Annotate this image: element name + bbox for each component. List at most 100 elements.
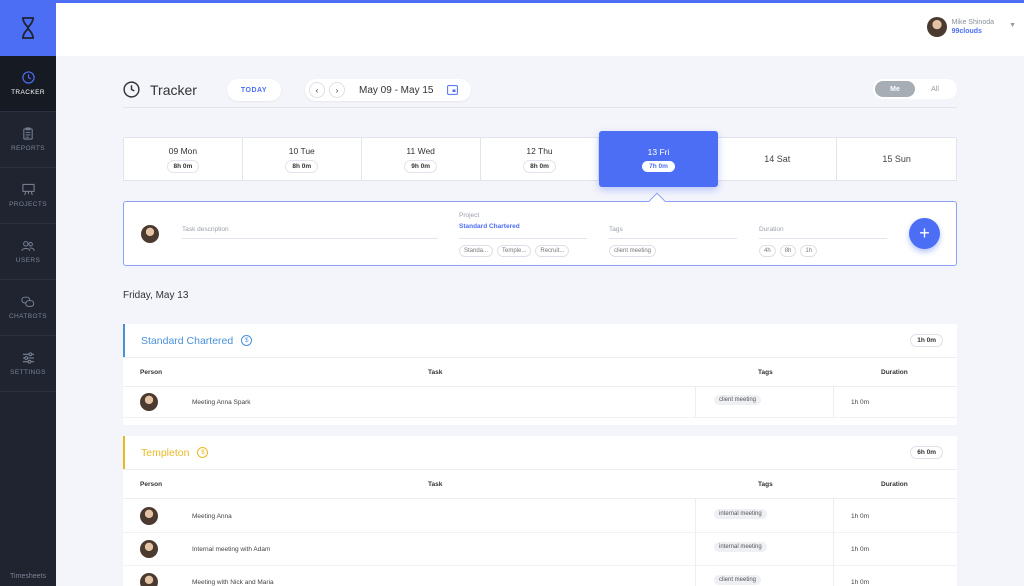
project-value: Standard Chartered — [459, 223, 520, 230]
chevron-down-icon[interactable]: ▼ — [1009, 22, 1016, 29]
tag-chips: client meeting — [609, 245, 660, 257]
add-entry-button[interactable]: + — [909, 218, 940, 249]
row-tag: client meeting — [714, 395, 762, 405]
sidebar-item-label: REPORTS — [10, 145, 46, 152]
row-task: Meeting Anna Spark — [192, 399, 251, 406]
col-tags: Tags — [758, 481, 773, 488]
duration-chip[interactable]: 8h — [779, 245, 797, 257]
today-button[interactable]: TODAY — [227, 79, 281, 101]
row-duration: 1h 0m — [851, 399, 870, 406]
project-group-templeton: Templeton $ 6h 0m Person Task Tags Durat… — [123, 436, 957, 586]
project-name: Templeton — [141, 446, 190, 459]
project-total-duration: 1h 0m — [910, 334, 943, 347]
clock-icon — [21, 71, 35, 84]
row-task: Internal meeting with Adam — [192, 546, 271, 553]
col-task: Task — [428, 481, 443, 488]
avatar — [141, 225, 159, 243]
duration-chip[interactable]: 1h — [800, 245, 818, 257]
tracker-toolbar: Tracker TODAY ‹ › May 09 - May 15 Me All — [123, 78, 957, 108]
next-week-button[interactable]: › — [329, 82, 345, 98]
project-chip[interactable]: Standa... — [459, 245, 494, 257]
row-duration: 1h 0m — [851, 513, 870, 520]
row-tag: client meeting — [714, 575, 762, 585]
table-row[interactable]: Meeting Anna Spark client meeting 1h 0m — [123, 387, 957, 418]
duration-field[interactable]: Duration — [759, 226, 887, 239]
project-group-header[interactable]: Standard Chartered $ 1h 0m — [123, 324, 957, 357]
user-menu[interactable]: Mike Shinoda 99clouds ▼ — [926, 17, 1016, 37]
sidebar-item-users[interactable]: USERS — [0, 224, 56, 280]
calendar-icon[interactable] — [447, 85, 459, 95]
user-org: 99clouds — [951, 28, 982, 35]
top-header: Mike Shinoda 99clouds ▼ — [56, 3, 1024, 56]
row-tag-cell: internal meeting — [695, 499, 834, 532]
project-group-standard-chartered: Standard Chartered $ 1h 0m Person Task T… — [123, 324, 957, 425]
row-task: Meeting with Nick and Maria — [192, 579, 274, 586]
task-description-field[interactable]: Task description — [182, 226, 438, 239]
day-thu[interactable]: 12 Thu 8h 0m — [481, 138, 600, 180]
duration-chip[interactable]: 4h — [759, 245, 776, 257]
sidebar-item-projects[interactable]: PROJECTS — [0, 168, 56, 224]
app-logo[interactable] — [0, 0, 56, 56]
toggle-me[interactable]: Me — [875, 81, 915, 97]
day-name: 10 Tue — [288, 145, 315, 156]
page-title-text: Tracker — [150, 81, 197, 98]
day-name: 13 Fri — [647, 146, 670, 157]
col-tags: Tags — [758, 369, 773, 376]
row-duration: 1h 0m — [851, 579, 870, 586]
day-name: 12 Thu — [526, 145, 553, 156]
table-row[interactable]: Meeting with Nick and Maria client meeti… — [123, 566, 957, 586]
scope-toggle: Me All — [873, 79, 957, 99]
task-description-placeholder: Task description — [182, 226, 229, 233]
table-row[interactable]: Internal meeting with Adam internal meet… — [123, 533, 957, 566]
sidebar-item-reports[interactable]: REPORTS — [0, 112, 56, 168]
project-chip[interactable]: Recruit... — [535, 245, 570, 257]
day-hours: 8h 0m — [166, 159, 200, 173]
tags-field[interactable]: Tags — [609, 226, 737, 239]
sidebar-item-settings[interactable]: SETTINGS — [0, 336, 56, 392]
tag-chip[interactable]: client meeting — [609, 245, 657, 257]
day-tue[interactable]: 10 Tue 8h 0m — [243, 138, 362, 180]
table-header: Person Task Tags Duration — [123, 357, 957, 387]
project-chip[interactable]: Temple... — [497, 245, 532, 257]
day-sun[interactable]: 15 Sun — [837, 138, 956, 180]
sidebar-footer: Timesheets — [10, 573, 46, 580]
day-sat[interactable]: 14 Sat — [718, 138, 838, 180]
toggle-all[interactable]: All — [915, 81, 955, 97]
time-entry-form: Task description Project Standard Charte… — [123, 201, 957, 266]
project-field[interactable]: Project Standard Chartered — [459, 212, 587, 239]
dollar-icon: $ — [197, 447, 209, 458]
date-navigator: ‹ › May 09 - May 15 — [305, 79, 471, 101]
sidebar-item-label: PROJECTS — [9, 201, 47, 208]
sidebar: TRACKER REPORTS PROJECTS USERS CHATBOTS … — [0, 0, 56, 586]
chat-icon — [21, 296, 35, 307]
users-icon — [21, 240, 35, 251]
table-row[interactable]: Meeting Anna internal meeting 1h 0m — [123, 499, 957, 533]
prev-week-button[interactable]: ‹ — [309, 82, 325, 98]
day-fri-selected[interactable]: 13 Fri 7h 0m — [599, 131, 718, 187]
day-name: 11 Wed — [406, 145, 435, 156]
sidebar-item-label: TRACKER — [11, 89, 45, 96]
day-hours: 8h 0m — [523, 159, 556, 173]
row-tag: internal meeting — [714, 509, 767, 519]
week-strip: 09 Mon 8h 0m 10 Tue 8h 0m 11 Wed 9h 0m 1… — [123, 137, 957, 181]
day-heading: Friday, May 13 — [123, 290, 189, 301]
row-duration: 1h 0m — [851, 546, 870, 553]
row-tag-cell: client meeting — [695, 566, 834, 586]
table-header: Person Task Tags Duration — [123, 469, 957, 499]
project-group-header[interactable]: Templeton $ 6h 0m — [123, 436, 957, 469]
day-hours: 8h 0m — [285, 159, 319, 173]
day-name: 14 Sat — [764, 154, 791, 164]
day-mon[interactable]: 09 Mon 8h 0m — [124, 138, 243, 180]
dollar-icon: $ — [241, 335, 253, 346]
avatar — [140, 393, 158, 411]
avatar — [140, 507, 158, 525]
top-accent-bar — [0, 0, 1024, 3]
day-wed[interactable]: 11 Wed 9h 0m — [362, 138, 481, 180]
duration-label: Duration — [759, 226, 784, 233]
easel-icon — [21, 183, 35, 196]
sidebar-item-chatbots[interactable]: CHATBOTS — [0, 280, 56, 336]
sidebar-item-tracker[interactable]: TRACKER — [0, 56, 56, 112]
tags-label: Tags — [609, 226, 623, 233]
col-person: Person — [140, 481, 163, 488]
row-tag-cell: client meeting — [695, 387, 834, 417]
